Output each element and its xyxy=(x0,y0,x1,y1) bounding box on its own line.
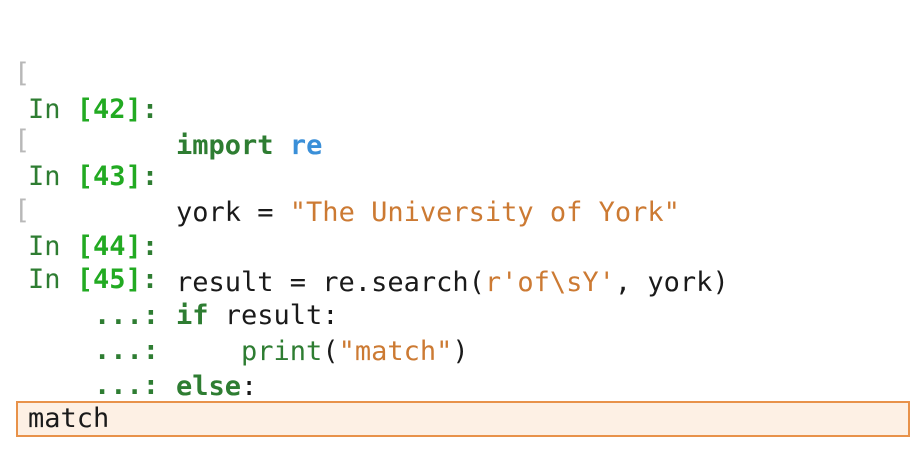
code-token-str: "match" xyxy=(338,336,453,367)
code-line[interactable]: import re xyxy=(176,128,322,164)
code-token-bi: print xyxy=(241,336,323,367)
code-token-plain: result: xyxy=(208,300,339,331)
code-token-str: "The University of York" xyxy=(289,197,680,228)
code-token-plain: ( xyxy=(322,336,339,367)
code-token-kw: else xyxy=(176,371,242,402)
code-line[interactable]: result = re.search(r'of\sY', york) xyxy=(176,265,729,301)
code-line[interactable]: if result: xyxy=(176,298,339,334)
continuation-prompt: ...: xyxy=(94,300,160,331)
cell-bracket: [ xyxy=(14,195,31,226)
code-token-plain: ) xyxy=(452,336,469,367)
code-token-plain: , york) xyxy=(614,267,729,298)
input-prompt: In [43]: xyxy=(28,161,159,192)
continuation-line[interactable]: ...: xyxy=(0,367,159,436)
output-box: match xyxy=(16,401,910,437)
continuation-line[interactable]: ...: print("no match") xyxy=(0,332,517,437)
input-cell-44[interactable]: [ In [44]: result = re.search(r'of\sY', … xyxy=(0,157,729,298)
input-cell-43[interactable]: [ In [43]: york = "The University of Yor… xyxy=(0,87,680,228)
code-token-mod: re xyxy=(289,130,323,161)
continuation-line[interactable]: ...: else: xyxy=(0,297,257,402)
output-text: match xyxy=(28,403,110,434)
code-token-str: r'of\sY' xyxy=(484,267,615,298)
code-token-plain: york = xyxy=(176,197,290,228)
code-token-plain: result = re.search( xyxy=(176,267,485,298)
continuation-prompt: ...: xyxy=(94,370,160,401)
input-prompt: In [44]: xyxy=(28,231,159,262)
input-cell-42[interactable]: [ In [42]: import re xyxy=(0,20,322,161)
continuation-prompt: ...: xyxy=(94,335,160,366)
code-token-kw: import xyxy=(176,130,274,161)
input-prompt: In [42]: xyxy=(28,94,159,125)
cell-bracket: [ xyxy=(14,125,31,156)
input-prompt: In [45]: xyxy=(28,264,159,295)
code-token-kw: if xyxy=(176,300,209,331)
continuation-line[interactable]: ...: print("match") xyxy=(0,262,469,367)
code-token-plain: : xyxy=(241,371,258,402)
code-line[interactable]: york = "The University of York" xyxy=(176,195,680,231)
code-line[interactable]: print("match") xyxy=(176,334,469,370)
code-line[interactable]: else: xyxy=(176,369,257,405)
input-cell-45[interactable]: In [45]: if result: xyxy=(0,226,339,331)
